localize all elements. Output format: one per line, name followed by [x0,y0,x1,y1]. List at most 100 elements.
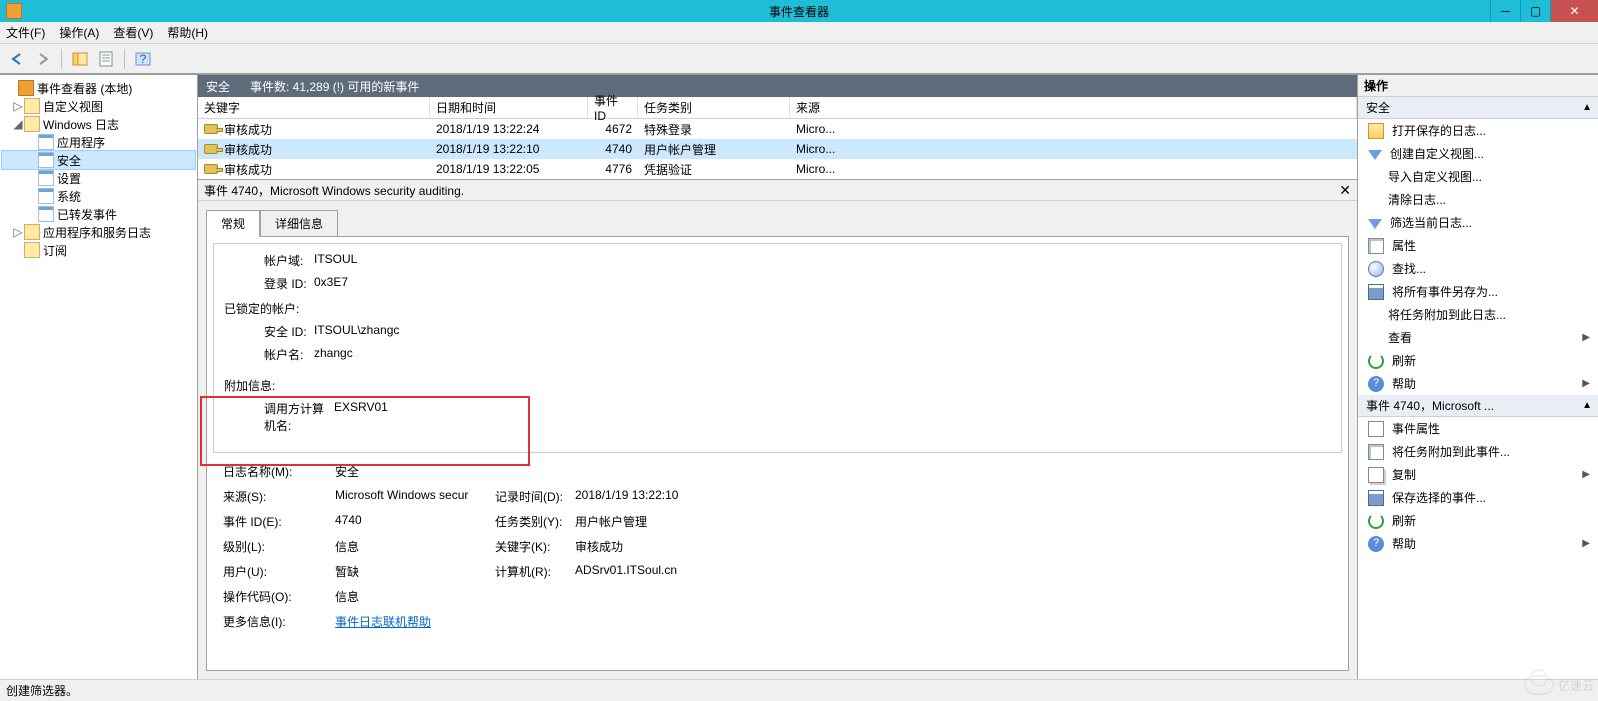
action-attach-task-log[interactable]: 将任务附加到此日志... [1358,303,1598,326]
label: 帐户域: [224,252,314,269]
actions-pane: 操作 安全▲ 打开保存的日志... 创建自定义视图... 导入自定义视图... … [1358,75,1598,679]
col-event-id[interactable]: 事件 ID [588,97,638,118]
center-title: 安全 [206,78,230,95]
event-properties-icon [1368,421,1384,437]
label: 帐户名: [224,346,314,363]
menubar: 文件(F) 操作(A) 查看(V) 帮助(H) [0,22,1598,44]
label: 安全 ID: [224,323,314,340]
col-source[interactable]: 来源 [790,97,1357,118]
table-row[interactable]: 审核成功2018/1/19 13:22:104740用户帐户管理Micro... [198,139,1357,159]
value: 4740 [335,513,495,530]
minimize-button[interactable]: ─ [1490,0,1520,22]
label: 操作代码(O): [223,588,335,605]
tree-label: Windows 日志 [43,116,119,133]
menu-file[interactable]: 文件(F) [6,24,45,41]
label: 记录时间(D): [495,488,575,505]
refresh-icon [1368,513,1384,529]
actions-header-security: 安全▲ [1358,97,1598,119]
tree-label: 订阅 [43,242,67,259]
action-create-view[interactable]: 创建自定义视图... [1358,142,1598,165]
action-view[interactable]: 查看▶ [1358,326,1598,349]
value-logon-id: 0x3E7 [314,275,348,292]
tree-windows-logs[interactable]: ◢Windows 日志 [2,115,195,133]
window-title: 事件查看器 [769,3,829,20]
tree-item-setup[interactable]: 设置 [2,169,195,187]
label: 更多信息(I): [223,613,335,630]
value: Microsoft Windows secur [335,488,495,505]
filter-icon [1368,150,1382,160]
save-icon [1368,284,1384,300]
properties-button[interactable] [95,48,117,70]
menu-action[interactable]: 操作(A) [59,24,99,41]
tab-details[interactable]: 详细信息 [260,210,338,237]
action-help2[interactable]: ?帮助▶ [1358,532,1598,555]
action-attach-task-event[interactable]: 将任务附加到此事件... [1358,440,1598,463]
tree-label: 安全 [57,152,81,169]
refresh-icon [1368,353,1384,369]
action-open-saved-log[interactable]: 打开保存的日志... [1358,119,1598,142]
close-button[interactable]: ✕ [1550,0,1598,22]
tree-custom-views[interactable]: ▷自定义视图 [2,97,195,115]
action-clear-log[interactable]: 清除日志... [1358,188,1598,211]
maximize-button[interactable]: ▢ [1520,0,1550,22]
action-find[interactable]: 查找... [1358,257,1598,280]
nav-forward-button[interactable] [32,48,54,70]
center-header: 安全 事件数: 41,289 (!) 可用的新事件 [198,75,1357,97]
value: 信息 [335,588,495,605]
actions-title: 操作 [1358,75,1598,97]
action-properties[interactable]: 属性 [1358,234,1598,257]
actions-header-event: 事件 4740，Microsoft ...▲ [1358,395,1598,417]
menu-view[interactable]: 查看(V) [113,24,153,41]
action-import-view[interactable]: 导入自定义视图... [1358,165,1598,188]
label: 登录 ID: [224,275,314,292]
key-icon [204,164,218,174]
link-online-help[interactable]: 事件日志联机帮助 [335,615,431,629]
tree-subscriptions[interactable]: 订阅 [2,241,195,259]
tree-item-forwarded[interactable]: 已转发事件 [2,205,195,223]
help-button[interactable]: ? [132,48,154,70]
attach-task-icon [1368,444,1384,460]
action-filter-log[interactable]: 筛选当前日志... [1358,211,1598,234]
tree-item-security[interactable]: 安全 [2,151,195,169]
action-refresh[interactable]: 刷新 [1358,349,1598,372]
find-icon [1368,261,1384,277]
key-icon [204,124,218,134]
tree-label: 自定义视图 [43,98,103,115]
value: 安全 [335,463,495,480]
col-task[interactable]: 任务类别 [638,97,790,118]
action-save-all[interactable]: 将所有事件另存为... [1358,280,1598,303]
action-event-properties[interactable]: 事件属性 [1358,417,1598,440]
label: 计算机(R): [495,563,575,580]
event-description-box[interactable]: 帐户域:ITSOUL 登录 ID:0x3E7 已锁定的帐户: 安全 ID:ITS… [213,243,1342,453]
tree-apps-services[interactable]: ▷应用程序和服务日志 [2,223,195,241]
label: 关键字(K): [495,538,575,555]
tree-label: 已转发事件 [57,206,117,223]
show-hide-tree-button[interactable] [69,48,91,70]
action-save-selected[interactable]: 保存选择的事件... [1358,486,1598,509]
value: 2018/1/19 13:22:10 [575,488,678,505]
tree-root-label: 事件查看器 (本地) [37,80,132,97]
tab-general[interactable]: 常规 [206,210,260,237]
tree-item-application[interactable]: 应用程序 [2,133,195,151]
menu-help[interactable]: 帮助(H) [167,24,208,41]
detail-close-button[interactable]: ✕ [1339,182,1351,199]
label: 级别(L): [223,538,335,555]
tree-item-system[interactable]: 系统 [2,187,195,205]
center-pane: 安全 事件数: 41,289 (!) 可用的新事件 关键字 日期和时间 事件 I… [198,75,1358,679]
nav-back-button[interactable] [6,48,28,70]
table-row[interactable]: 审核成功2018/1/19 13:22:054776凭据验证Micro... [198,159,1357,179]
tree-pane[interactable]: 事件查看器 (本地) ▷自定义视图 ◢Windows 日志 应用程序 安全 设置… [0,75,198,679]
table-row[interactable]: 审核成功2018/1/19 13:22:244672特殊登录Micro... [198,119,1357,139]
col-datetime[interactable]: 日期和时间 [430,97,588,118]
action-help[interactable]: ?帮助▶ [1358,372,1598,395]
label: 事件 ID(E): [223,513,335,530]
value: 信息 [335,538,495,555]
key-icon [204,144,218,154]
col-keyword[interactable]: 关键字 [198,97,430,118]
tree-label: 系统 [57,188,81,205]
tree-root[interactable]: 事件查看器 (本地) [2,79,195,97]
action-copy[interactable]: 复制▶ [1358,463,1598,486]
label: 日志名称(M): [223,463,335,480]
action-refresh2[interactable]: 刷新 [1358,509,1598,532]
svg-text:?: ? [140,52,147,66]
